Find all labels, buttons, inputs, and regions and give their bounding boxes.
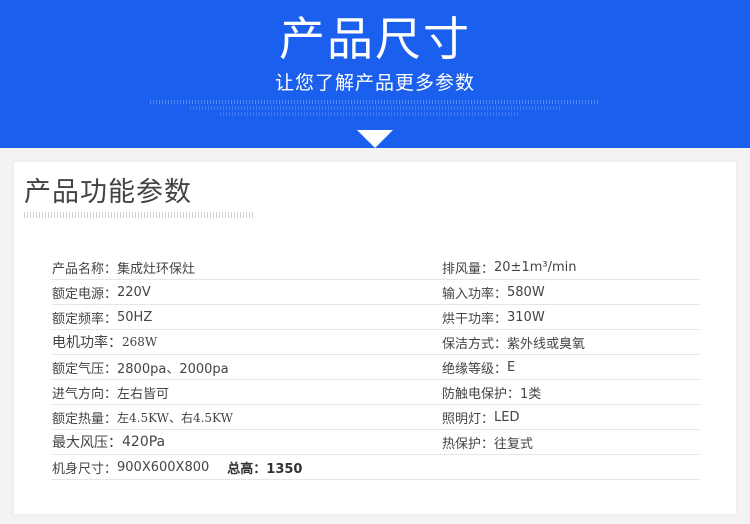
spec-item: 排风量： 20±1m³/min — [442, 258, 700, 277]
spec-value: LED — [494, 409, 520, 425]
spec-item: 机身尺寸： 900X600X800 总高：1350 — [52, 458, 442, 477]
spec-label: 热保护： — [442, 436, 495, 452]
spec-item: 最大风压： 420Pa — [52, 432, 442, 452]
spec-value: 420Pa — [122, 434, 166, 450]
spec-item: 照明灯： LED — [442, 408, 700, 427]
spec-label: 保洁方式： — [442, 336, 508, 352]
arrow-down-icon — [357, 130, 393, 148]
table-row: 额定热量： 左4.5KW、右4.5KW 照明灯： LED — [52, 405, 700, 430]
spec-value: 集成灶环保灶 — [117, 261, 196, 277]
spec-value: 220V — [117, 284, 151, 300]
spec-label: 额定频率： — [52, 311, 118, 327]
spec-panel: 产品功能参数 产品名称： 集成灶环保灶 排风量： 20±1m³/min 额定电源… — [14, 162, 736, 514]
table-row: 最大风压： 420Pa 热保护： 往复式 — [52, 430, 700, 455]
spec-item: 额定气压： 2800pa、2000pa — [52, 358, 442, 377]
banner-decorative-texture — [190, 106, 560, 110]
header-banner: 产品尺寸 让您了解产品更多参数 — [0, 0, 750, 148]
spec-item: 额定频率： 50HZ — [52, 308, 442, 327]
spec-label: 绝缘等级： — [442, 361, 508, 377]
table-row: 进气方向： 左右皆可 防触电保护： 1类 — [52, 380, 700, 405]
spec-item: 进气方向： 左右皆可 — [52, 383, 442, 402]
section-title: 产品功能参数 — [24, 177, 192, 208]
spec-value: 900X600X800 — [117, 459, 210, 475]
spec-item: 额定电源： 220V — [52, 283, 442, 302]
spec-value: 20±1m³/min — [494, 259, 577, 275]
banner-decorative-texture — [220, 112, 520, 116]
spec-value: 往复式 — [494, 436, 534, 452]
spec-label: 额定电源： — [52, 286, 118, 302]
spec-value: 50HZ — [117, 309, 153, 325]
spec-item: 热保护： 往复式 — [442, 433, 700, 452]
table-row: 额定电源： 220V 输入功率： 580W — [52, 280, 700, 305]
table-row: 额定频率： 50HZ 烘干功率： 310W — [52, 305, 700, 330]
spec-label: 烘干功率： — [442, 311, 508, 327]
spec-item: 保洁方式： 紫外线或臭氧 — [442, 333, 700, 352]
spec-extra: 总高：1350 — [227, 461, 303, 477]
banner-subtitle: 让您了解产品更多参数 — [274, 72, 475, 94]
spec-item: 绝缘等级： E — [442, 358, 700, 377]
spec-label: 防触电保护： — [442, 386, 521, 402]
spec-item: 防触电保护： 1类 — [442, 383, 700, 402]
spec-value: 2800pa、2000pa — [117, 361, 229, 377]
table-row: 电机功率： 268W 保洁方式： 紫外线或臭氧 — [52, 330, 700, 355]
spec-label: 最大风压： — [52, 435, 122, 451]
spec-value: 1类 — [520, 386, 542, 402]
spec-value: 580W — [507, 284, 545, 300]
spec-item: 电机功率： 268W — [52, 332, 442, 352]
spec-item: 烘干功率： 310W — [442, 308, 700, 327]
spec-label: 额定热量： — [52, 411, 118, 427]
spec-label: 产品名称： — [52, 261, 118, 277]
spec-value: 310W — [507, 309, 545, 325]
spec-label: 进气方向： — [52, 386, 118, 402]
spec-label: 电机功率： — [52, 335, 122, 351]
spec-label: 排风量： — [442, 261, 495, 277]
spec-value: 左4.5KW、右4.5KW — [117, 410, 233, 425]
spec-value: 左右皆可 — [117, 386, 170, 402]
spec-value: E — [507, 359, 516, 375]
spec-value: 268W — [122, 335, 158, 349]
spec-table: 产品名称： 集成灶环保灶 排风量： 20±1m³/min 额定电源： 220V … — [52, 255, 700, 480]
spec-label: 额定气压： — [52, 361, 118, 377]
spec-value: 紫外线或臭氧 — [507, 336, 586, 352]
spec-label: 机身尺寸： — [52, 461, 118, 477]
spec-item: 产品名称： 集成灶环保灶 — [52, 258, 442, 277]
banner-title: 产品尺寸 — [279, 12, 471, 66]
spec-item: 输入功率： 580W — [442, 283, 700, 302]
title-decorative-texture — [24, 212, 254, 218]
banner-decorative-texture — [150, 100, 600, 104]
spec-label: 输入功率： — [442, 286, 508, 302]
table-row: 产品名称： 集成灶环保灶 排风量： 20±1m³/min — [52, 255, 700, 280]
table-row: 机身尺寸： 900X600X800 总高：1350 — [52, 455, 700, 480]
spec-label: 照明灯： — [442, 411, 495, 427]
spec-item: 额定热量： 左4.5KW、右4.5KW — [52, 408, 442, 427]
table-row: 额定气压： 2800pa、2000pa 绝缘等级： E — [52, 355, 700, 380]
